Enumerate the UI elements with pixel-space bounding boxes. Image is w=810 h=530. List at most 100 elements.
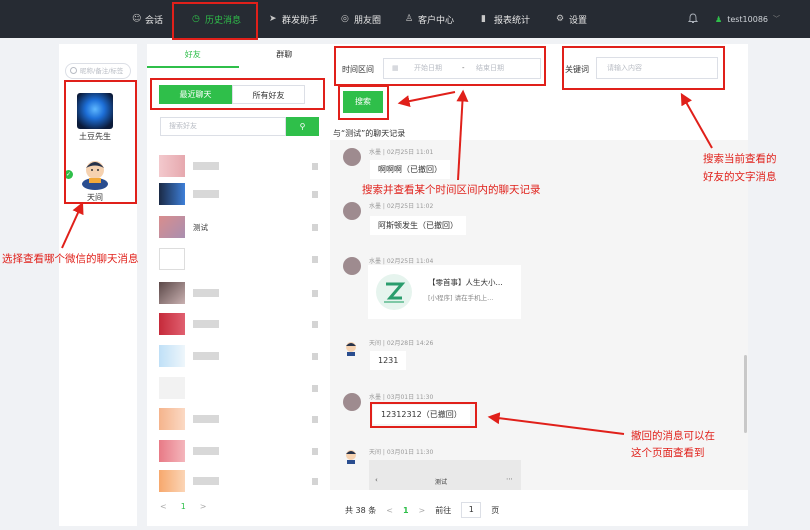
list-item-marker	[312, 353, 318, 360]
blurred-name	[193, 289, 219, 297]
blurred-name	[193, 162, 219, 170]
mini-program-card[interactable]: 【零首事】人生大小... [小程序] 请在手机上...	[368, 265, 521, 319]
goto-label: 前往	[435, 505, 452, 515]
app-logo-icon	[384, 282, 406, 303]
search-icon	[70, 67, 77, 74]
next-page-button[interactable]: >	[419, 506, 426, 515]
annotation-recall-2: 这个页面查看到	[631, 447, 705, 459]
bell-icon[interactable]	[688, 13, 698, 24]
more-icon: ⋯	[506, 475, 513, 483]
goto-page-input[interactable]: 1	[461, 502, 482, 518]
chevron-left-icon: ‹	[375, 476, 378, 484]
friend-search-input[interactable]: 搜索好友	[160, 117, 286, 136]
user-menu[interactable]: ♟ test10086 ﹀	[715, 0, 780, 38]
current-page[interactable]: 1	[181, 502, 186, 511]
nav-broadcast[interactable]: ➤ 群发助手	[269, 0, 318, 38]
chat-icon: ☺	[132, 13, 142, 24]
blurred-name	[193, 477, 219, 485]
list-item[interactable]	[159, 313, 227, 335]
list-item[interactable]	[159, 377, 193, 399]
blurred-name	[193, 320, 219, 328]
card-title: 【零首事】人生大小...	[428, 278, 503, 287]
message-meta: 天间 | 02月28日 14:26	[369, 340, 434, 347]
image-message[interactable]: ‹ 测试 ⋯	[369, 460, 521, 490]
current-page[interactable]: 1	[403, 506, 409, 515]
friend-search-button[interactable]: ⚲	[286, 117, 319, 136]
avatar	[343, 257, 361, 275]
list-item[interactable]	[159, 345, 227, 367]
scrollbar[interactable]	[744, 355, 747, 433]
message-meta: 水墨 | 03月01日 11:30	[369, 394, 434, 401]
avatar	[159, 183, 185, 205]
list-item[interactable]	[159, 155, 227, 177]
nav-settings[interactable]: ⚙ 设置	[556, 0, 587, 38]
nav-chat[interactable]: ☺ 会话	[132, 0, 163, 38]
list-item[interactable]: 测试	[159, 216, 208, 238]
avatar	[159, 470, 185, 492]
list-item-marker	[312, 256, 318, 263]
list-item-marker	[312, 290, 318, 297]
annotation-search-friend-2: 好友的文字消息	[703, 171, 777, 183]
avatar	[343, 448, 359, 464]
user-avatar-icon: ♟	[715, 14, 723, 24]
highlight-box-date	[334, 46, 546, 86]
message-meta: 天间 | 03月01日 11:30	[369, 449, 434, 456]
avatar	[159, 282, 185, 304]
message-bubble: 啊啊啊（已撤回）	[370, 160, 450, 179]
avatar	[159, 440, 185, 462]
tab-friends[interactable]: 好友	[147, 44, 239, 68]
page-unit: 页	[491, 505, 500, 515]
next-page-button[interactable]: >	[200, 502, 207, 511]
message-meta: 水墨 | 02月25日 11:01	[369, 149, 434, 156]
avatar	[159, 216, 185, 238]
prev-page-button[interactable]: <	[160, 502, 167, 511]
moments-icon: ◎	[341, 13, 349, 24]
list-item-marker	[312, 416, 318, 423]
list-item[interactable]	[159, 282, 227, 304]
message-meta: 水墨 | 02月25日 11:02	[369, 203, 434, 210]
highlight-box-recalled	[370, 402, 477, 428]
gear-icon: ⚙	[556, 13, 565, 24]
search-icon: ⚲	[299, 122, 306, 131]
chevron-down-icon: ﹀	[773, 15, 780, 23]
annotation-recall-1: 撤回的消息可以在	[631, 430, 715, 442]
blurred-name	[193, 415, 219, 423]
annotation-search-range: 搜索并查看某个时间区间内的聊天记录	[362, 184, 541, 196]
list-item-marker	[312, 478, 318, 485]
list-item[interactable]	[159, 470, 227, 492]
list-item-marker	[312, 448, 318, 455]
list-item-marker	[312, 191, 318, 198]
message-bubble: 1231	[370, 351, 407, 370]
list-item[interactable]	[159, 183, 227, 205]
nav-customers[interactable]: ♙ 客户中心	[405, 0, 454, 38]
highlight-box-accounts	[64, 80, 137, 204]
blurred-name	[193, 447, 219, 455]
avatar	[159, 345, 185, 367]
nav-moments[interactable]: ◎ 朋友圈	[341, 0, 381, 38]
avatar	[159, 248, 185, 270]
annotation-search-friend-1: 搜索当前查看的	[703, 153, 777, 165]
avatar	[159, 377, 185, 399]
user-icon: ♙	[405, 13, 414, 24]
list-item-marker	[312, 163, 318, 170]
highlight-box-keyword	[562, 46, 725, 90]
account-search-input[interactable]: 昵称/备注/标签	[65, 63, 131, 79]
list-item[interactable]	[159, 248, 193, 270]
prev-page-button[interactable]: <	[386, 506, 393, 515]
mini-program-logo	[376, 274, 412, 310]
tab-groups[interactable]: 群聊	[239, 44, 331, 68]
top-navbar: ☺ 会话 ◷ 历史消息 ➤ 群发助手 ◎ 朋友圈 ♙ 客户中心 ▮ 报表统计 ⚙…	[0, 0, 810, 38]
nav-reports[interactable]: ▮ 报表统计	[481, 0, 530, 38]
send-icon: ➤	[269, 13, 277, 24]
annotation-select-wechat: 选择查看哪个微信的聊天消息	[2, 253, 139, 265]
list-item-marker	[312, 321, 318, 328]
image-caption: 测试	[435, 479, 448, 486]
avatar	[343, 148, 361, 166]
history-pager: 共 38 条 < 1 > 前往 1 页	[345, 502, 499, 518]
list-item[interactable]	[159, 440, 227, 462]
friend-pager: < 1 >	[160, 502, 207, 511]
avatar	[343, 393, 361, 411]
highlight-box-segments	[150, 78, 325, 110]
list-item[interactable]	[159, 408, 227, 430]
message-bubble: 阿斯顿发生（已撤回）	[370, 216, 466, 235]
